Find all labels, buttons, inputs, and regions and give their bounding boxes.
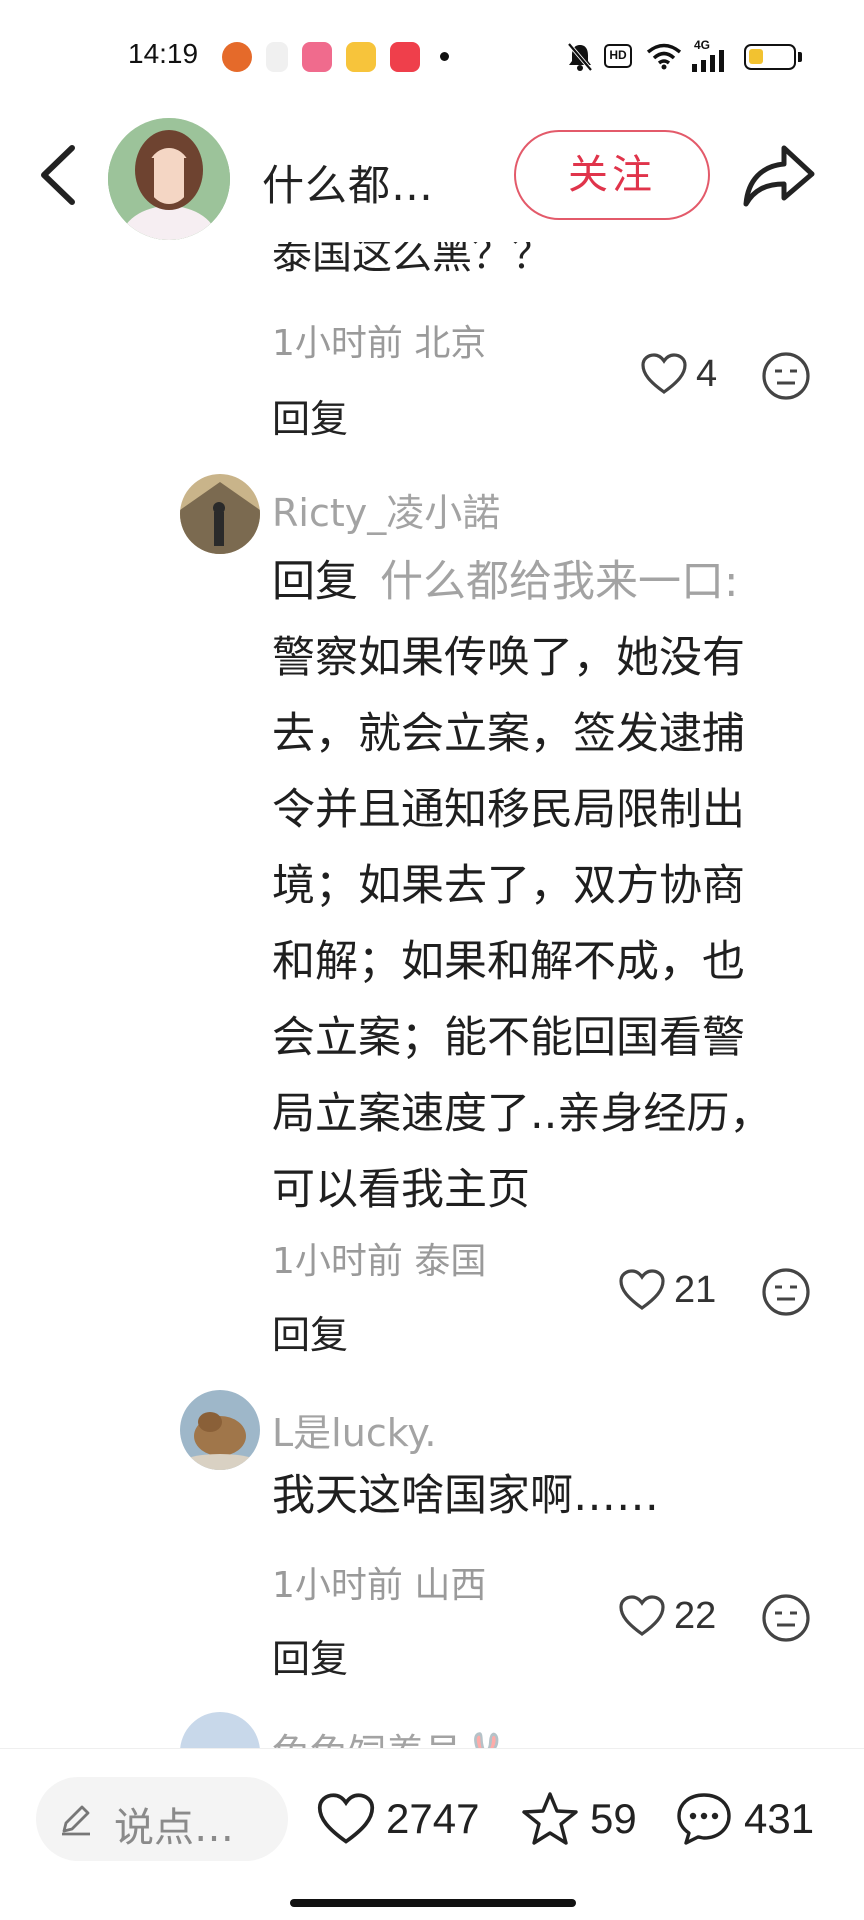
comment-line: 和解；如果和解不成，也 <box>272 937 745 987</box>
author-name[interactable]: 什么都… <box>262 152 434 213</box>
status-bar: 14:19 HD 4G <box>0 0 864 112</box>
favorite-count: 59 <box>590 1795 637 1842</box>
heart-icon <box>619 1595 665 1636</box>
comment-count: 431 <box>744 1795 815 1842</box>
comment-line: 会立案；能不能回国看警 <box>272 1013 745 1063</box>
profile-header: 什么都… 关注 <box>0 112 864 242</box>
comment-meta: 1小时前 北京 <box>272 323 487 364</box>
signal-icon <box>692 50 724 72</box>
more-notifications-dot <box>440 52 449 61</box>
avatar-photo-icon <box>180 1390 260 1470</box>
reply-button[interactable]: 回复 <box>272 388 348 443</box>
follow-button[interactable]: 关注 <box>514 130 710 220</box>
avatar-photo-icon <box>180 474 260 554</box>
heart-icon <box>317 1793 375 1844</box>
hd-badge: HD <box>604 44 632 68</box>
like-button[interactable]: 22 <box>618 1588 716 1644</box>
comment-line: 警察如果传唤了，她没有 <box>272 633 745 683</box>
neutral-face-icon <box>762 1268 810 1316</box>
like-count: 22 <box>674 1594 717 1637</box>
chat-bubble-icon <box>677 1793 731 1845</box>
neutral-face-icon <box>762 1594 810 1642</box>
person-photo-icon <box>108 118 230 240</box>
comment-text-cutoff: 泰国这么黑？？ <box>272 242 552 278</box>
favorite-button[interactable]: 59 <box>520 1777 637 1861</box>
comment-line: 去，就会立案，签发逮捕 <box>272 709 745 759</box>
pen-icon <box>62 1805 90 1836</box>
commenter-name[interactable]: L是lucky. <box>272 1402 437 1457</box>
like-count: 21 <box>674 1268 717 1311</box>
heart-icon <box>619 1269 665 1310</box>
like-button[interactable]: 21 <box>618 1262 716 1318</box>
screen: 14:19 HD 4G 什么都… 关注 泰国这么黑？？ 1小时前 北京 4 回复… <box>0 0 864 1920</box>
author-avatar[interactable] <box>108 118 230 240</box>
like-count: 4 <box>696 352 718 395</box>
reply-button[interactable]: 回复 <box>272 1628 348 1683</box>
commenter-name[interactable]: Ricty_凌小諾 <box>272 482 500 537</box>
comment-text: 回复 什么都给我来一口: 警察如果传唤了，她没有 去，就会立案，签发逮捕 令并且通… <box>272 544 832 1228</box>
dislike-button[interactable] <box>760 350 812 402</box>
dislike-button[interactable] <box>760 1266 812 1318</box>
share-button[interactable] <box>740 136 820 216</box>
dislike-button[interactable] <box>760 1592 812 1644</box>
comment-input-placeholder: 说点… <box>114 1805 234 1851</box>
commenter-avatar[interactable] <box>180 1390 260 1470</box>
comment-meta: 1小时前 山西 <box>272 1565 487 1606</box>
commenter-name[interactable]: 兔兔饲养员🐰 <box>272 1722 509 1748</box>
weibo-app-icon <box>346 42 376 72</box>
neutral-face-icon <box>762 352 810 400</box>
star-icon <box>522 1792 578 1845</box>
like-post-button[interactable]: 2747 <box>316 1777 479 1861</box>
pumpkin-app-icon <box>222 42 252 72</box>
comment-input[interactable]: 说点… <box>36 1777 288 1861</box>
wifi-icon <box>646 43 682 70</box>
comment-line: 令并且通知移民局限制出 <box>272 785 745 835</box>
status-time: 14:19 <box>128 38 199 69</box>
back-button[interactable] <box>28 140 88 210</box>
comment-meta: 1小时前 泰国 <box>272 1241 487 1282</box>
commenter-avatar[interactable] <box>180 474 260 554</box>
battery-icon <box>744 44 796 70</box>
like-button[interactable]: 4 <box>640 346 717 402</box>
comment-line: 可以看我主页 <box>272 1165 530 1215</box>
reply-target[interactable]: 什么都给我来一口: <box>380 557 739 607</box>
comment-line: 境；如果去了，双方协商 <box>272 861 745 911</box>
reply-button[interactable]: 回复 <box>272 1304 348 1359</box>
battery-nub <box>798 52 802 62</box>
xiaohongshu-app-icon <box>390 42 420 72</box>
comment-text: 我天这啥国家啊…… <box>272 1471 659 1521</box>
home-indicator[interactable] <box>290 1899 576 1907</box>
post-like-count: 2747 <box>386 1795 480 1842</box>
comment-list: 泰国这么黑？？ 1小时前 北京 4 回复 Ricty_凌小諾 回复 什么都给我来… <box>0 242 864 1748</box>
bilibili-app-icon <box>302 42 332 72</box>
chevron-left-icon <box>41 145 75 205</box>
mute-icon <box>567 42 593 72</box>
placeholder-app-icon <box>266 42 288 72</box>
commenter-avatar[interactable] <box>180 1712 260 1748</box>
heart-icon <box>641 353 687 394</box>
reply-prefix: 回复 <box>272 557 358 607</box>
bottom-action-bar: 说点… 2747 59 431 <box>0 1748 864 1920</box>
comment-line: 局立案速度了..亲身经历， <box>272 1089 773 1139</box>
comments-button[interactable]: 431 <box>674 1777 814 1861</box>
share-arrow-icon <box>743 145 815 207</box>
